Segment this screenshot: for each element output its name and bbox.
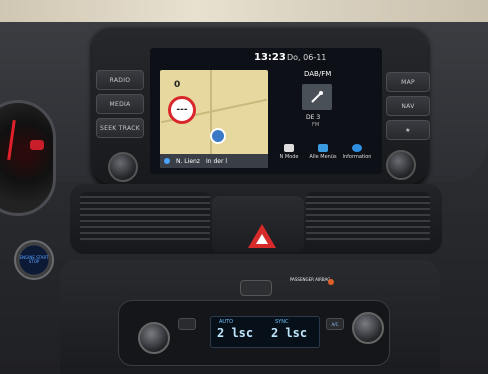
street-name-current: N. Lienz [176,157,200,165]
ac-button[interactable]: A/C [326,318,344,330]
menu-grid-icon [318,144,328,152]
engine-start-label: ENGINE START STOP [19,254,49,264]
passenger-temp-knob[interactable] [352,312,384,344]
radio-widget[interactable]: DAB/FM DE 3 FM [274,70,374,142]
engine-start-button[interactable]: ENGINE START STOP [14,240,54,280]
touch-screen: 13:23 Do, 06-11 0 --- N. Lienz In der l … [150,48,382,174]
favorite-button[interactable]: ★ [386,120,430,140]
location-dot-icon [164,158,170,164]
speed-limit-value: --- [176,105,188,115]
right-air-vent[interactable] [306,192,430,244]
tune-knob[interactable] [386,150,416,180]
seek-track-button[interactable]: SEEK TRACK [96,118,144,138]
cluster-warning-light [30,140,44,150]
nav-button[interactable]: NAV [386,96,430,116]
volume-knob[interactable] [108,152,138,182]
speed-limit-sign: --- [168,96,196,124]
info-icon [352,144,362,152]
information-label: Information [342,154,372,160]
map-button[interactable]: MAP [386,72,430,92]
right-hardware-buttons: MAP NAV ★ [386,72,430,144]
climate-sync-tag: SYNC [275,319,289,325]
airbag-indicator-icon [328,279,334,285]
passenger-airbag-label: PASSENGER AIRBAG [290,277,331,282]
radio-source: DAB/FM [304,70,332,78]
hazard-icon [256,234,268,244]
left-air-vent[interactable] [80,192,210,244]
left-hardware-buttons: RADIO MEDIA SEEK TRACK [96,70,144,142]
radio-button[interactable]: RADIO [96,70,144,90]
station-name: DE 3 [306,114,321,121]
ac-label: A/C [331,321,339,327]
n-mode-label: N Mode [279,154,299,160]
radio-antenna-icon [302,84,332,110]
street-name-next: In der l [205,157,227,165]
screen-bottom-bar: N Mode Alle Menüs Information [274,144,378,168]
media-button[interactable]: MEDIA [96,94,144,114]
clock-time: 13:23 [254,52,286,63]
station-band: FM [312,122,320,128]
n-mode-icon [284,144,294,152]
current-speed: 0 [174,80,181,90]
driver-temp-knob[interactable] [138,322,170,354]
climate-auto-tag: AUTO [219,319,234,325]
climate-display: AUTO 2 lsc SYNC 2 lsc [210,316,320,348]
fan-button[interactable] [178,318,196,330]
map-street-bar: N. Lienz In der l [160,154,268,168]
driver-temp-readout: 2 lsc [217,326,254,340]
n-mode-button[interactable]: N Mode [274,144,304,160]
car-dashboard-photo: RADIO MEDIA SEEK TRACK MAP NAV ★ 13:23 D… [0,0,488,374]
vehicle-position-icon [210,128,226,144]
door-lock-button[interactable] [240,280,272,296]
all-menus-label: Alle Menüs [309,154,337,160]
passenger-temp-readout: 2 lsc [271,326,308,340]
all-menus-button[interactable]: Alle Menüs [308,144,338,160]
clock-date: Do, 06-11 [287,53,327,62]
navigation-map[interactable]: 0 --- N. Lienz In der l [160,70,268,168]
information-button[interactable]: Information [342,144,372,160]
